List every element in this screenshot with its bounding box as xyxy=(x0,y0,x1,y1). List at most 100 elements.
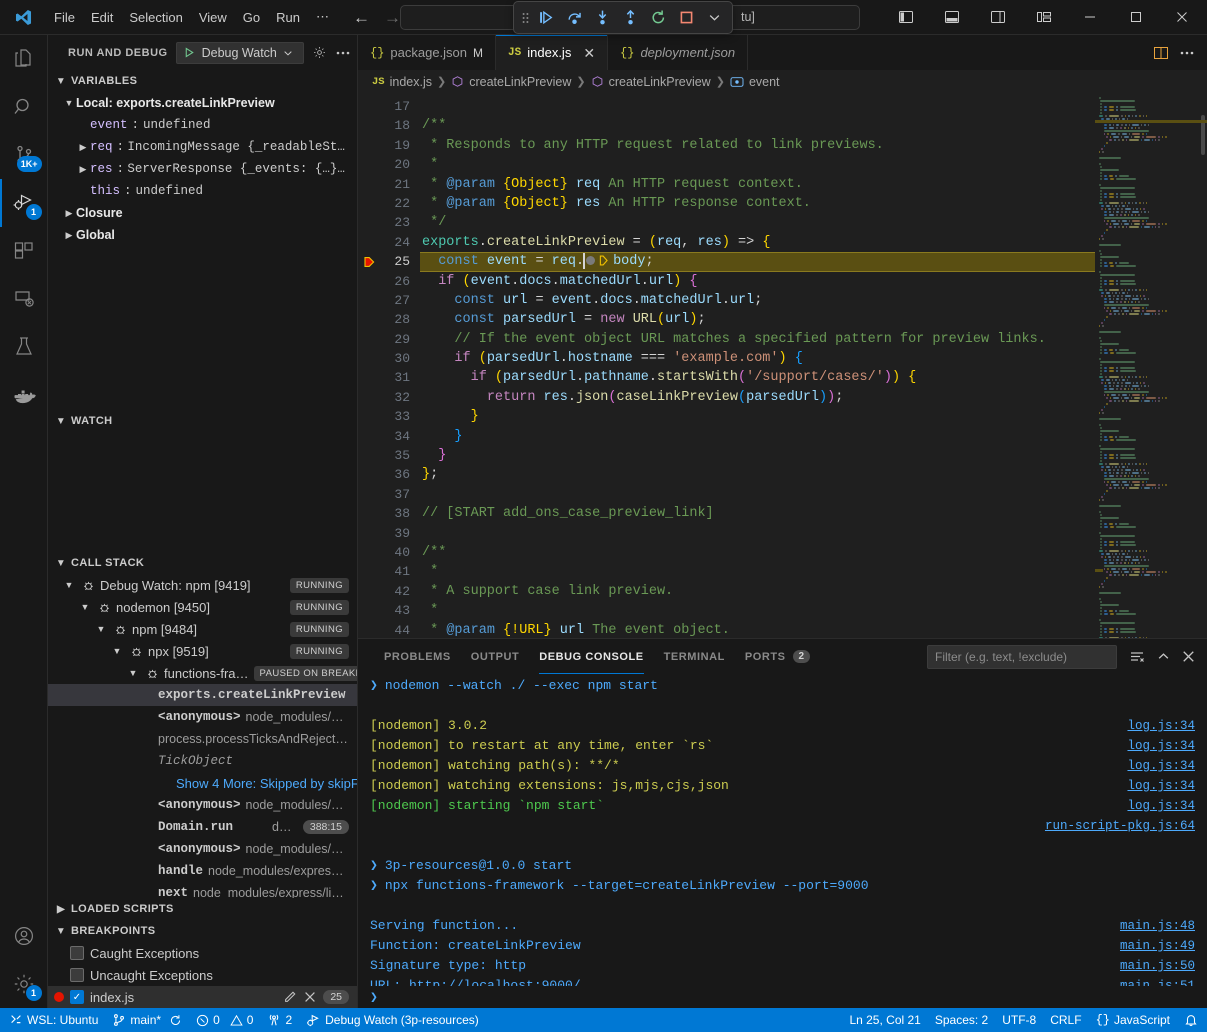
checkbox[interactable] xyxy=(70,968,84,982)
activity-source-control[interactable]: 1K+ xyxy=(0,131,48,179)
line-number[interactable]: 26 xyxy=(358,272,420,291)
line-number[interactable]: 17 xyxy=(358,97,420,116)
code-line[interactable]: }; xyxy=(420,465,1095,484)
tab-output[interactable]: OUTPUT xyxy=(461,639,530,674)
line-number[interactable]: 25 xyxy=(358,252,420,271)
stack-frame-row[interactable]: TickObject xyxy=(48,750,357,772)
loaded-scripts-section-header[interactable]: ▶ LOADED SCRIPTS xyxy=(48,898,357,920)
menu-selection[interactable]: Selection xyxy=(121,7,190,28)
code-line[interactable]: * Responds to any HTTP request related t… xyxy=(420,136,1095,155)
tab-problems[interactable]: PROBLEMS xyxy=(374,639,461,674)
status-cursor-position[interactable]: Ln 25, Col 21 xyxy=(842,1008,927,1032)
console-source-link[interactable]: log.js:34 xyxy=(1127,756,1195,776)
line-number[interactable]: 32 xyxy=(358,388,420,407)
tab-ports[interactable]: PORTS 2 xyxy=(735,639,820,674)
variable-row-this[interactable]: this: undefined xyxy=(48,180,357,202)
breakpoints-section-header[interactable]: ▼ BREAKPOINTS xyxy=(48,920,357,942)
edit-breakpoint-icon[interactable] xyxy=(283,990,297,1004)
status-problems[interactable]: 0 0 xyxy=(189,1008,260,1032)
call-stack-session[interactable]: ▼ nodemon [9450] RUNNING xyxy=(48,596,357,618)
code-line[interactable]: if (event.docs.matchedUrl.url) { xyxy=(420,272,1095,291)
drag-handle-icon[interactable] xyxy=(519,10,531,26)
line-number[interactable]: 43 xyxy=(358,601,420,620)
toggle-panel-icon[interactable] xyxy=(929,0,975,34)
console-source-link[interactable]: log.js:34 xyxy=(1127,776,1195,796)
launch-configuration-select[interactable]: Debug Watch xyxy=(176,42,304,64)
variable-scope-local[interactable]: ▼ Local: exports.createLinkPreview xyxy=(48,92,357,114)
code-line[interactable]: * @param {!URL} url The event object. xyxy=(420,621,1095,638)
breakpoint-arrow-icon[interactable] xyxy=(364,256,376,268)
console-source-link[interactable]: main.js:49 xyxy=(1120,936,1195,956)
debug-console-input[interactable]: ❯ xyxy=(358,986,1207,1008)
stack-frame-row[interactable]: process.processTicksAndRejections xyxy=(48,728,357,750)
line-number[interactable]: 44 xyxy=(358,621,420,638)
stack-frame-row[interactable]: handle node_modules/express/lib/… xyxy=(48,860,357,882)
call-stack-session[interactable]: ▼ npx [9519] RUNNING xyxy=(48,640,357,662)
line-number[interactable]: 42 xyxy=(358,582,420,601)
menu-view[interactable]: View xyxy=(191,7,235,28)
call-stack-session[interactable]: ▼ functions-fra… PAUSED ON BREAKPOINT xyxy=(48,662,357,684)
tab-index-js[interactable]: JS index.js ✕ xyxy=(496,35,608,70)
variable-scope-global[interactable]: ▶ Global xyxy=(48,224,357,246)
toggle-secondary-sidebar-icon[interactable] xyxy=(975,0,1021,34)
line-number[interactable]: 24 xyxy=(358,233,420,252)
tab-deployment-json[interactable]: {} deployment.json xyxy=(608,35,748,70)
variable-row-res[interactable]: ▶ res: ServerResponse {_events: {…}, _e… xyxy=(48,158,357,180)
remove-breakpoint-icon[interactable] xyxy=(304,991,316,1003)
line-number[interactable]: 27 xyxy=(358,291,420,310)
split-editor-icon[interactable] xyxy=(1153,45,1169,61)
console-source-link[interactable]: main.js:51 xyxy=(1120,976,1195,986)
line-number[interactable]: 37 xyxy=(358,485,420,504)
console-source-link[interactable]: log.js:34 xyxy=(1127,736,1195,756)
breakpoint-caught-exceptions[interactable]: Caught Exceptions xyxy=(48,942,357,964)
variables-section-header[interactable]: ▼ VARIABLES xyxy=(48,70,357,92)
variable-row-req[interactable]: ▶ req: IncomingMessage {_readableState:… xyxy=(48,136,357,158)
code-line[interactable]: /** xyxy=(420,543,1095,562)
forward-arrow-icon[interactable]: → xyxy=(384,9,401,26)
chevron-right-icon[interactable]: ▶ xyxy=(76,164,90,175)
code-editor[interactable]: 1718192021222324252627282930313233343536… xyxy=(358,93,1207,638)
stack-frame-row[interactable]: <anonymous> node_modules/@go… xyxy=(48,794,357,816)
status-git-branch[interactable]: main* xyxy=(105,1008,189,1032)
line-number[interactable]: 18 xyxy=(358,116,420,135)
line-number[interactable]: 35 xyxy=(358,446,420,465)
activity-docker[interactable] xyxy=(0,371,48,419)
debug-more-actions-icon[interactable] xyxy=(701,5,727,30)
activity-testing[interactable] xyxy=(0,323,48,371)
minimize-button[interactable] xyxy=(1067,0,1113,34)
line-number[interactable]: 31 xyxy=(358,368,420,387)
status-notifications[interactable] xyxy=(1177,1008,1205,1032)
line-number[interactable]: 28 xyxy=(358,310,420,329)
code-line[interactable]: * xyxy=(420,155,1095,174)
code-line[interactable]: if (parsedUrl.hostname === 'example.com'… xyxy=(420,349,1095,368)
watch-section-header[interactable]: ▼ WATCH xyxy=(48,410,357,432)
menu-edit[interactable]: Edit xyxy=(83,7,121,28)
code-line[interactable] xyxy=(420,97,1095,116)
tab-package-json[interactable]: {} package.json M xyxy=(358,35,496,70)
line-number[interactable]: 41 xyxy=(358,562,420,581)
inline-breakpoint-hint-icon[interactable] xyxy=(586,256,595,265)
chevron-right-icon[interactable]: ▶ xyxy=(76,142,90,153)
close-panel-icon[interactable] xyxy=(1182,650,1195,663)
debug-step-into-button[interactable] xyxy=(589,5,615,30)
line-number-gutter[interactable]: 1718192021222324252627282930313233343536… xyxy=(358,93,420,638)
call-stack-session[interactable]: ▼ npm [9484] RUNNING xyxy=(48,618,357,640)
breadcrumb-file[interactable]: index.js xyxy=(390,75,432,89)
code-line[interactable]: const parsedUrl = new URL(url); xyxy=(420,310,1095,329)
stack-frame-row[interactable]: <anonymous> node_modules/@go… xyxy=(48,706,357,728)
activity-search[interactable] xyxy=(0,83,48,131)
code-line[interactable]: */ xyxy=(420,213,1095,232)
activity-remote-explorer[interactable] xyxy=(0,275,48,323)
code-line[interactable]: } xyxy=(420,427,1095,446)
variable-scope-closure[interactable]: ▶ Closure xyxy=(48,202,357,224)
debug-step-out-button[interactable] xyxy=(617,5,643,30)
status-remote-host[interactable]: WSL: Ubuntu xyxy=(2,1008,105,1032)
code-line[interactable]: * xyxy=(420,601,1095,620)
code-line[interactable]: const event = req.body; xyxy=(420,252,1095,271)
line-number[interactable]: 34 xyxy=(358,427,420,446)
tab-debug-console[interactable]: DEBUG CONSOLE xyxy=(529,639,653,674)
code-line[interactable]: if (parsedUrl.pathname.startsWith('/supp… xyxy=(420,368,1095,387)
line-number[interactable]: 20 xyxy=(358,155,420,174)
activity-settings[interactable]: 1 xyxy=(0,960,48,1008)
status-language-mode[interactable]: {} JavaScript xyxy=(1089,1008,1177,1032)
